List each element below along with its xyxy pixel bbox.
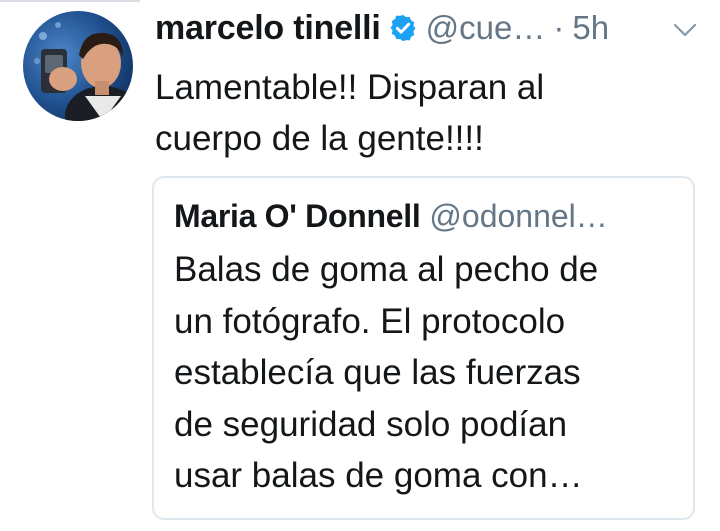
quoted-tweet-text: Balas de goma al pecho de un fotógrafo. … xyxy=(174,250,599,495)
avatar-image xyxy=(23,11,133,121)
tweet[interactable]: marcelo tinelli @cue… · 5h Lamentable!! … xyxy=(0,0,720,531)
tweet-header: marcelo tinelli @cue… · 5h xyxy=(155,4,720,52)
quoted-tweet-header: Maria O' Donnell @odonnel… xyxy=(174,194,684,238)
author-name[interactable]: marcelo tinelli xyxy=(155,9,381,48)
timestamp[interactable]: 5h xyxy=(572,9,609,47)
separator-dot: · xyxy=(553,9,565,46)
avatar[interactable] xyxy=(23,11,133,121)
quoted-author-handle: @odonnel… xyxy=(429,197,608,234)
author-handle[interactable]: @cue… xyxy=(426,9,546,47)
chevron-down-icon[interactable] xyxy=(672,22,698,38)
quoted-author-name: Maria O' Donnell xyxy=(174,197,421,234)
quoted-tweet-card[interactable]: Maria O' Donnell @odonnel… Balas de goma… xyxy=(152,176,695,520)
verified-badge-icon xyxy=(388,13,418,43)
tweet-text: Lamentable!! Disparan al cuerpo de la ge… xyxy=(155,68,545,158)
